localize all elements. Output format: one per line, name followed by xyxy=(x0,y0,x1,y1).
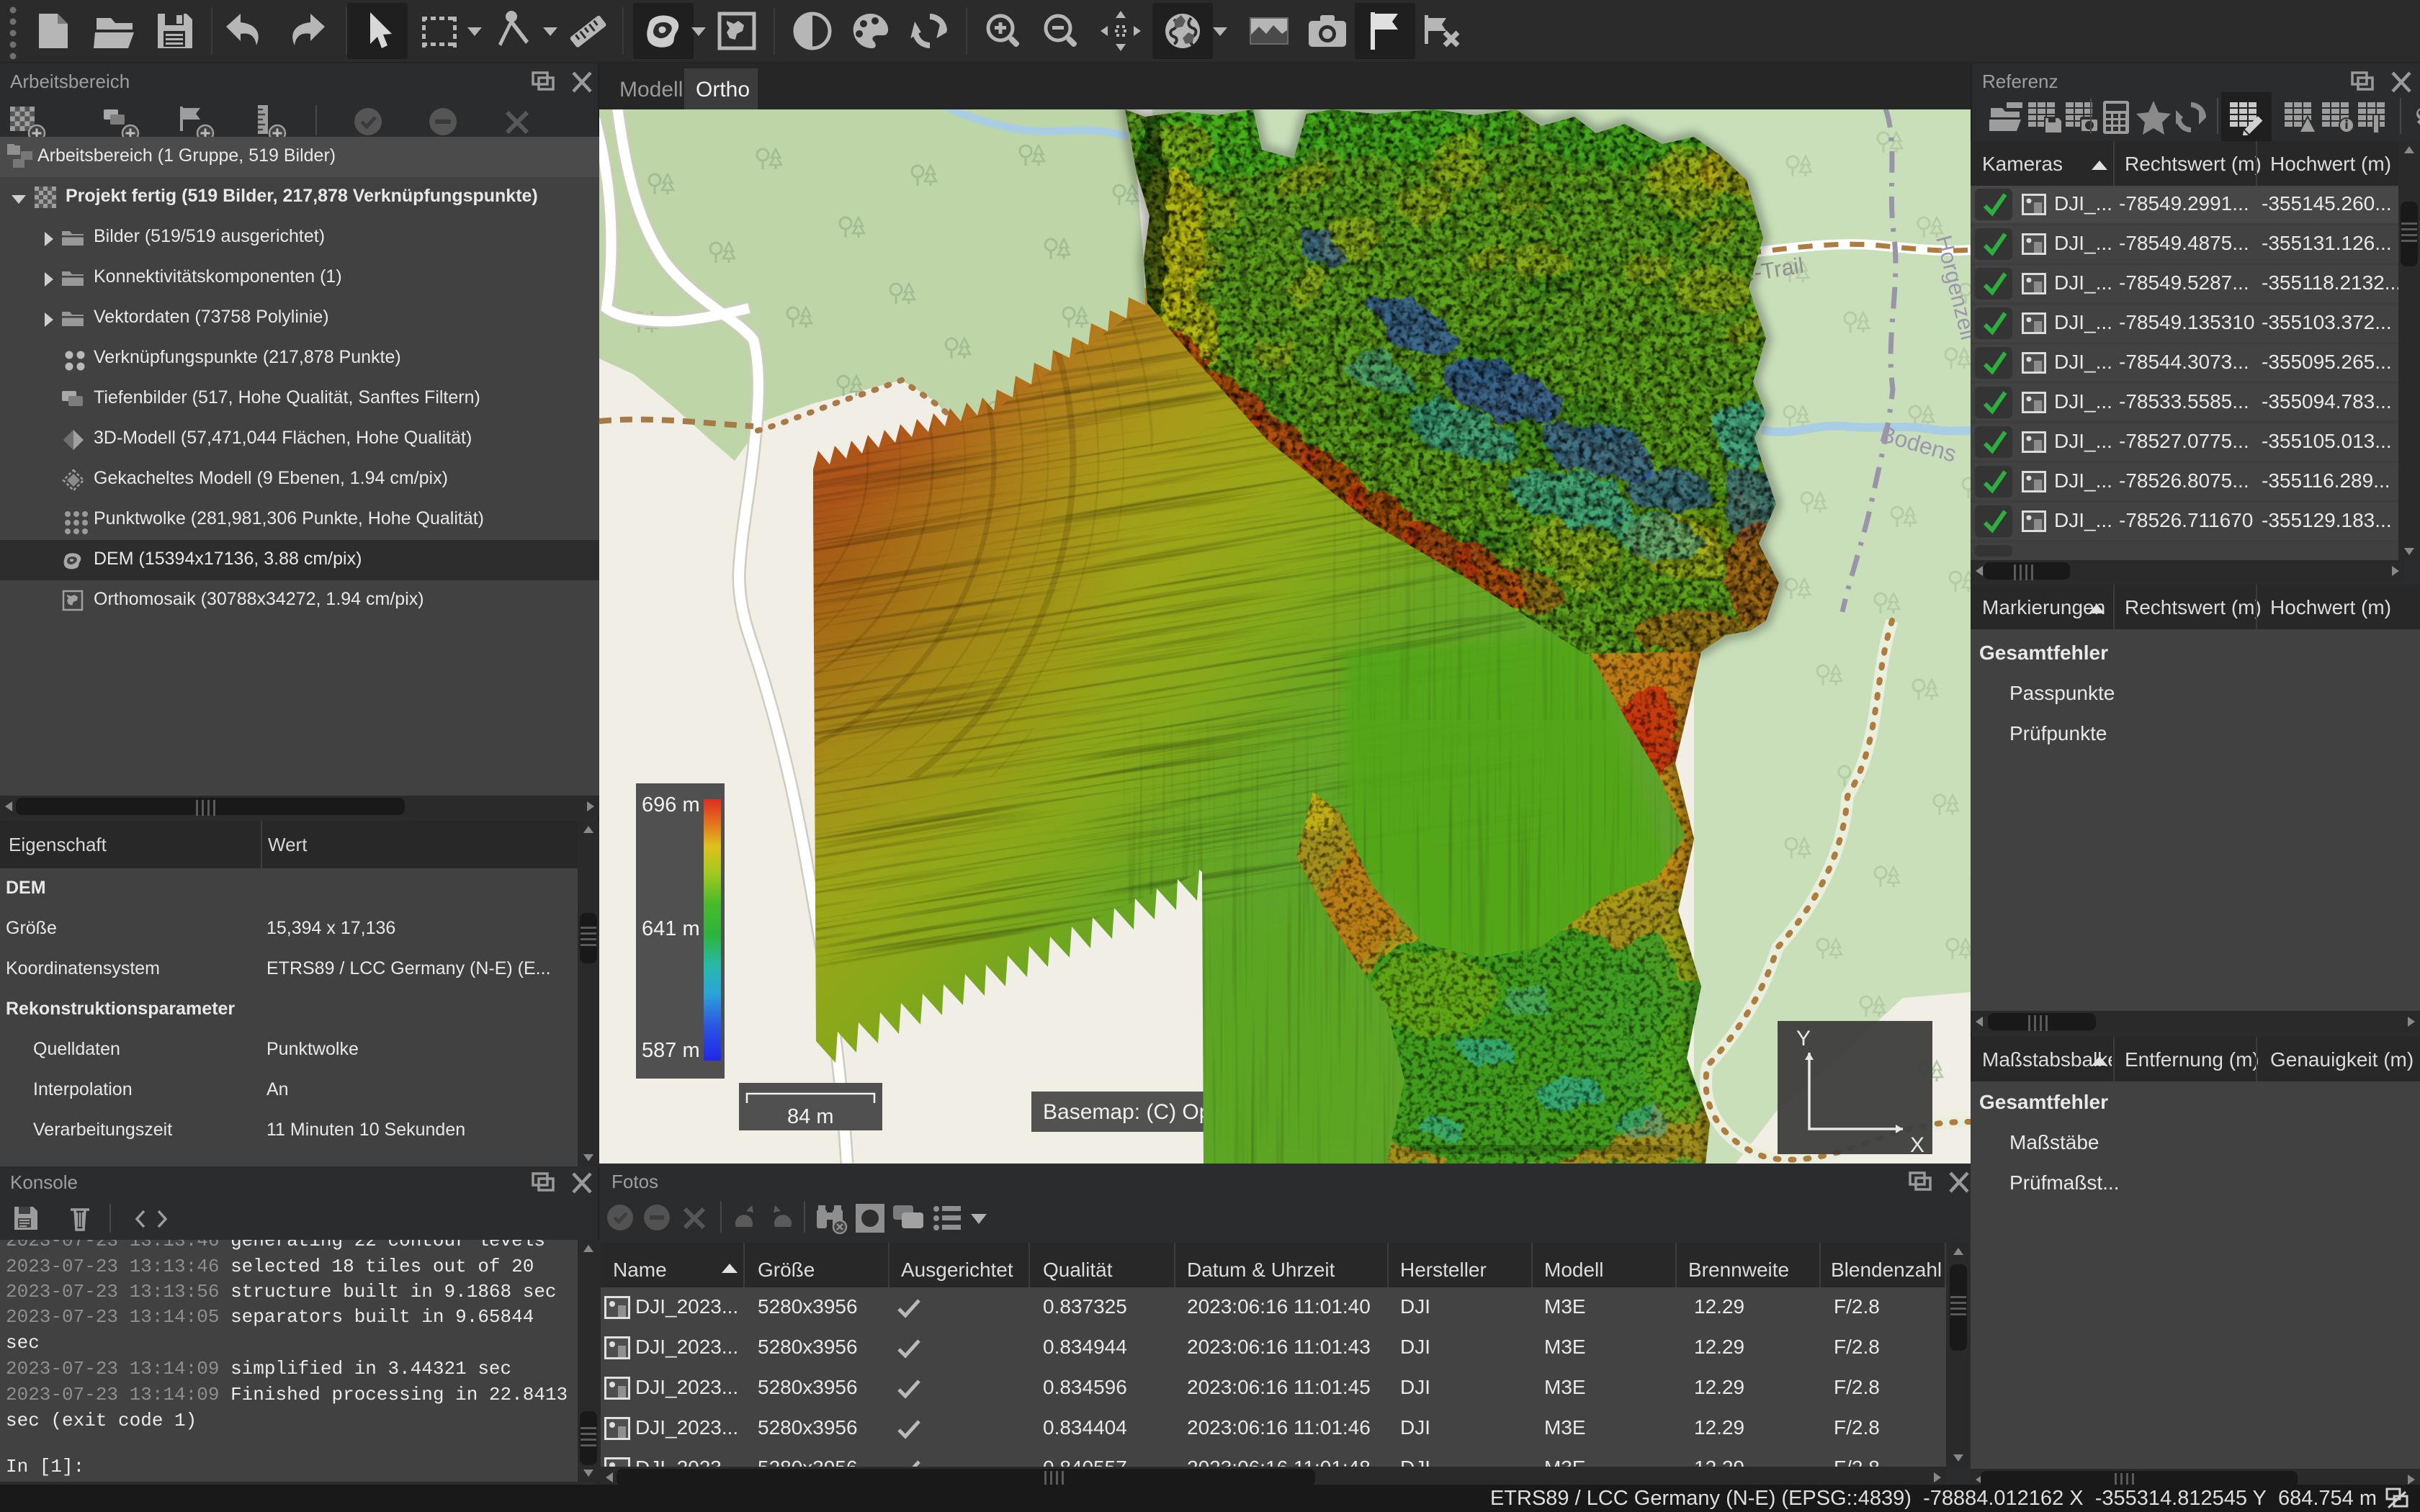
svg-text:Y: Y xyxy=(1796,1027,1811,1050)
svg-text:696 m: 696 m xyxy=(642,793,700,816)
svg-text:587 m: 587 m xyxy=(642,1039,700,1062)
svg-text:X: X xyxy=(1910,1133,1924,1157)
svg-text:641 m: 641 m xyxy=(642,917,700,940)
svg-text:Basemap: (C) Ope: Basemap: (C) Ope xyxy=(1043,1100,1223,1124)
svg-text:84 m: 84 m xyxy=(787,1105,833,1128)
